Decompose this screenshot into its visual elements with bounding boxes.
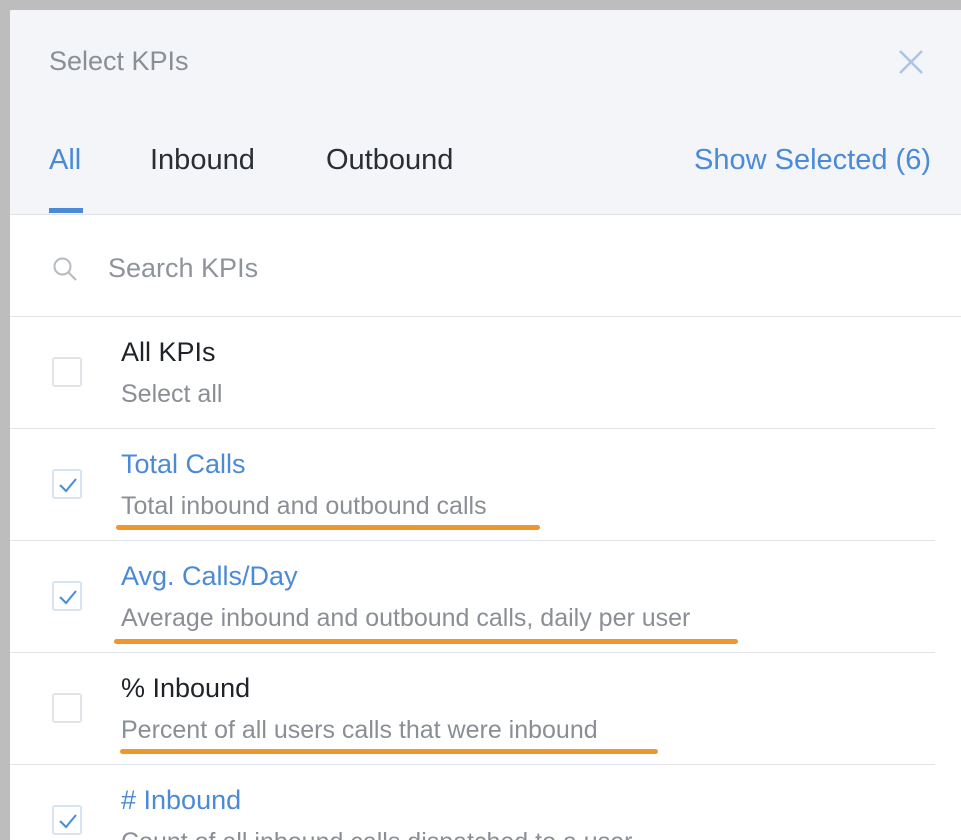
checkbox-percent-inbound[interactable] [52,693,82,723]
checkbox-total-calls[interactable] [52,469,82,499]
annotation-underline [120,749,658,754]
annotation-underline [114,639,738,644]
check-icon [59,814,77,829]
tab-outbound[interactable]: Outbound [326,144,453,177]
select-kpis-dialog: Select KPIs All Inbound Outbound Show Se… [10,10,961,840]
kpi-row-percent-inbound[interactable]: % Inbound Percent of all users calls tha… [10,653,935,765]
search-bar [10,215,961,317]
tab-inbound[interactable]: Inbound [150,144,255,177]
kpi-row-all-kpis[interactable]: All KPIs Select all [10,317,935,429]
check-icon [59,590,77,605]
kpi-row-count-inbound[interactable]: # Inbound Count of all inbound calls dis… [10,765,935,840]
show-selected-link[interactable]: Show Selected (6) [694,144,931,177]
dialog-header: Select KPIs All Inbound Outbound Show Se… [10,10,961,215]
tab-all[interactable]: All [49,144,81,177]
kpi-description: Select all [121,380,223,408]
kpi-description: Percent of all users calls that were inb… [121,716,598,744]
annotation-underline [116,525,540,530]
kpi-description: Total inbound and outbound calls [121,492,487,520]
checkbox-all-kpis[interactable] [52,357,82,387]
checkbox-count-inbound[interactable] [52,805,82,835]
kpi-name: Total Calls [121,449,246,479]
active-tab-indicator [49,208,83,213]
kpi-row-avg-calls-day[interactable]: Avg. Calls/Day Average inbound and outbo… [10,541,935,653]
kpi-description: Average inbound and outbound calls, dail… [121,604,691,632]
search-input[interactable] [106,245,910,291]
check-icon [59,478,77,493]
kpi-description: Count of all inbound calls dispatched to… [121,828,632,840]
kpi-name: All KPIs [121,337,216,367]
kpi-name: # Inbound [121,785,242,815]
kpi-row-total-calls[interactable]: Total Calls Total inbound and outbound c… [10,429,935,541]
close-icon[interactable] [896,47,926,77]
kpi-name: Avg. Calls/Day [121,561,298,591]
search-icon [52,256,78,282]
dialog-title: Select KPIs [49,46,189,76]
checkbox-avg-calls-day[interactable] [52,581,82,611]
kpi-name: % Inbound [121,673,251,703]
